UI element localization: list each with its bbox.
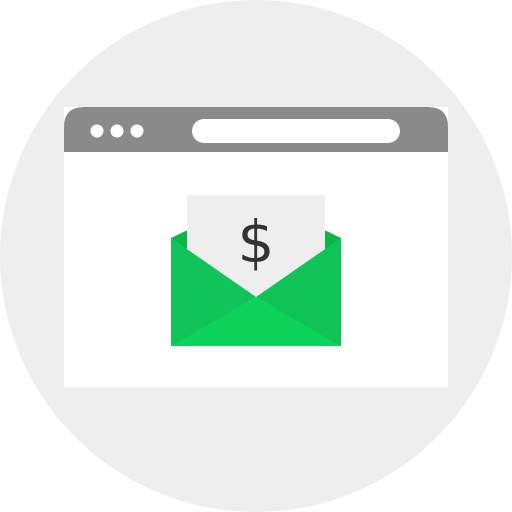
three-dots-icon [90, 124, 144, 138]
illustration: $ [0, 0, 512, 512]
window-dot-3 [130, 124, 144, 138]
window-dot-1 [90, 124, 104, 138]
browser-money-mail-illustration: $ [0, 0, 512, 512]
window-dot-2 [110, 124, 124, 138]
open-envelope-icon: $ [171, 195, 341, 346]
address-bar [192, 119, 400, 143]
dollar-sign-icon: $ [238, 208, 275, 276]
